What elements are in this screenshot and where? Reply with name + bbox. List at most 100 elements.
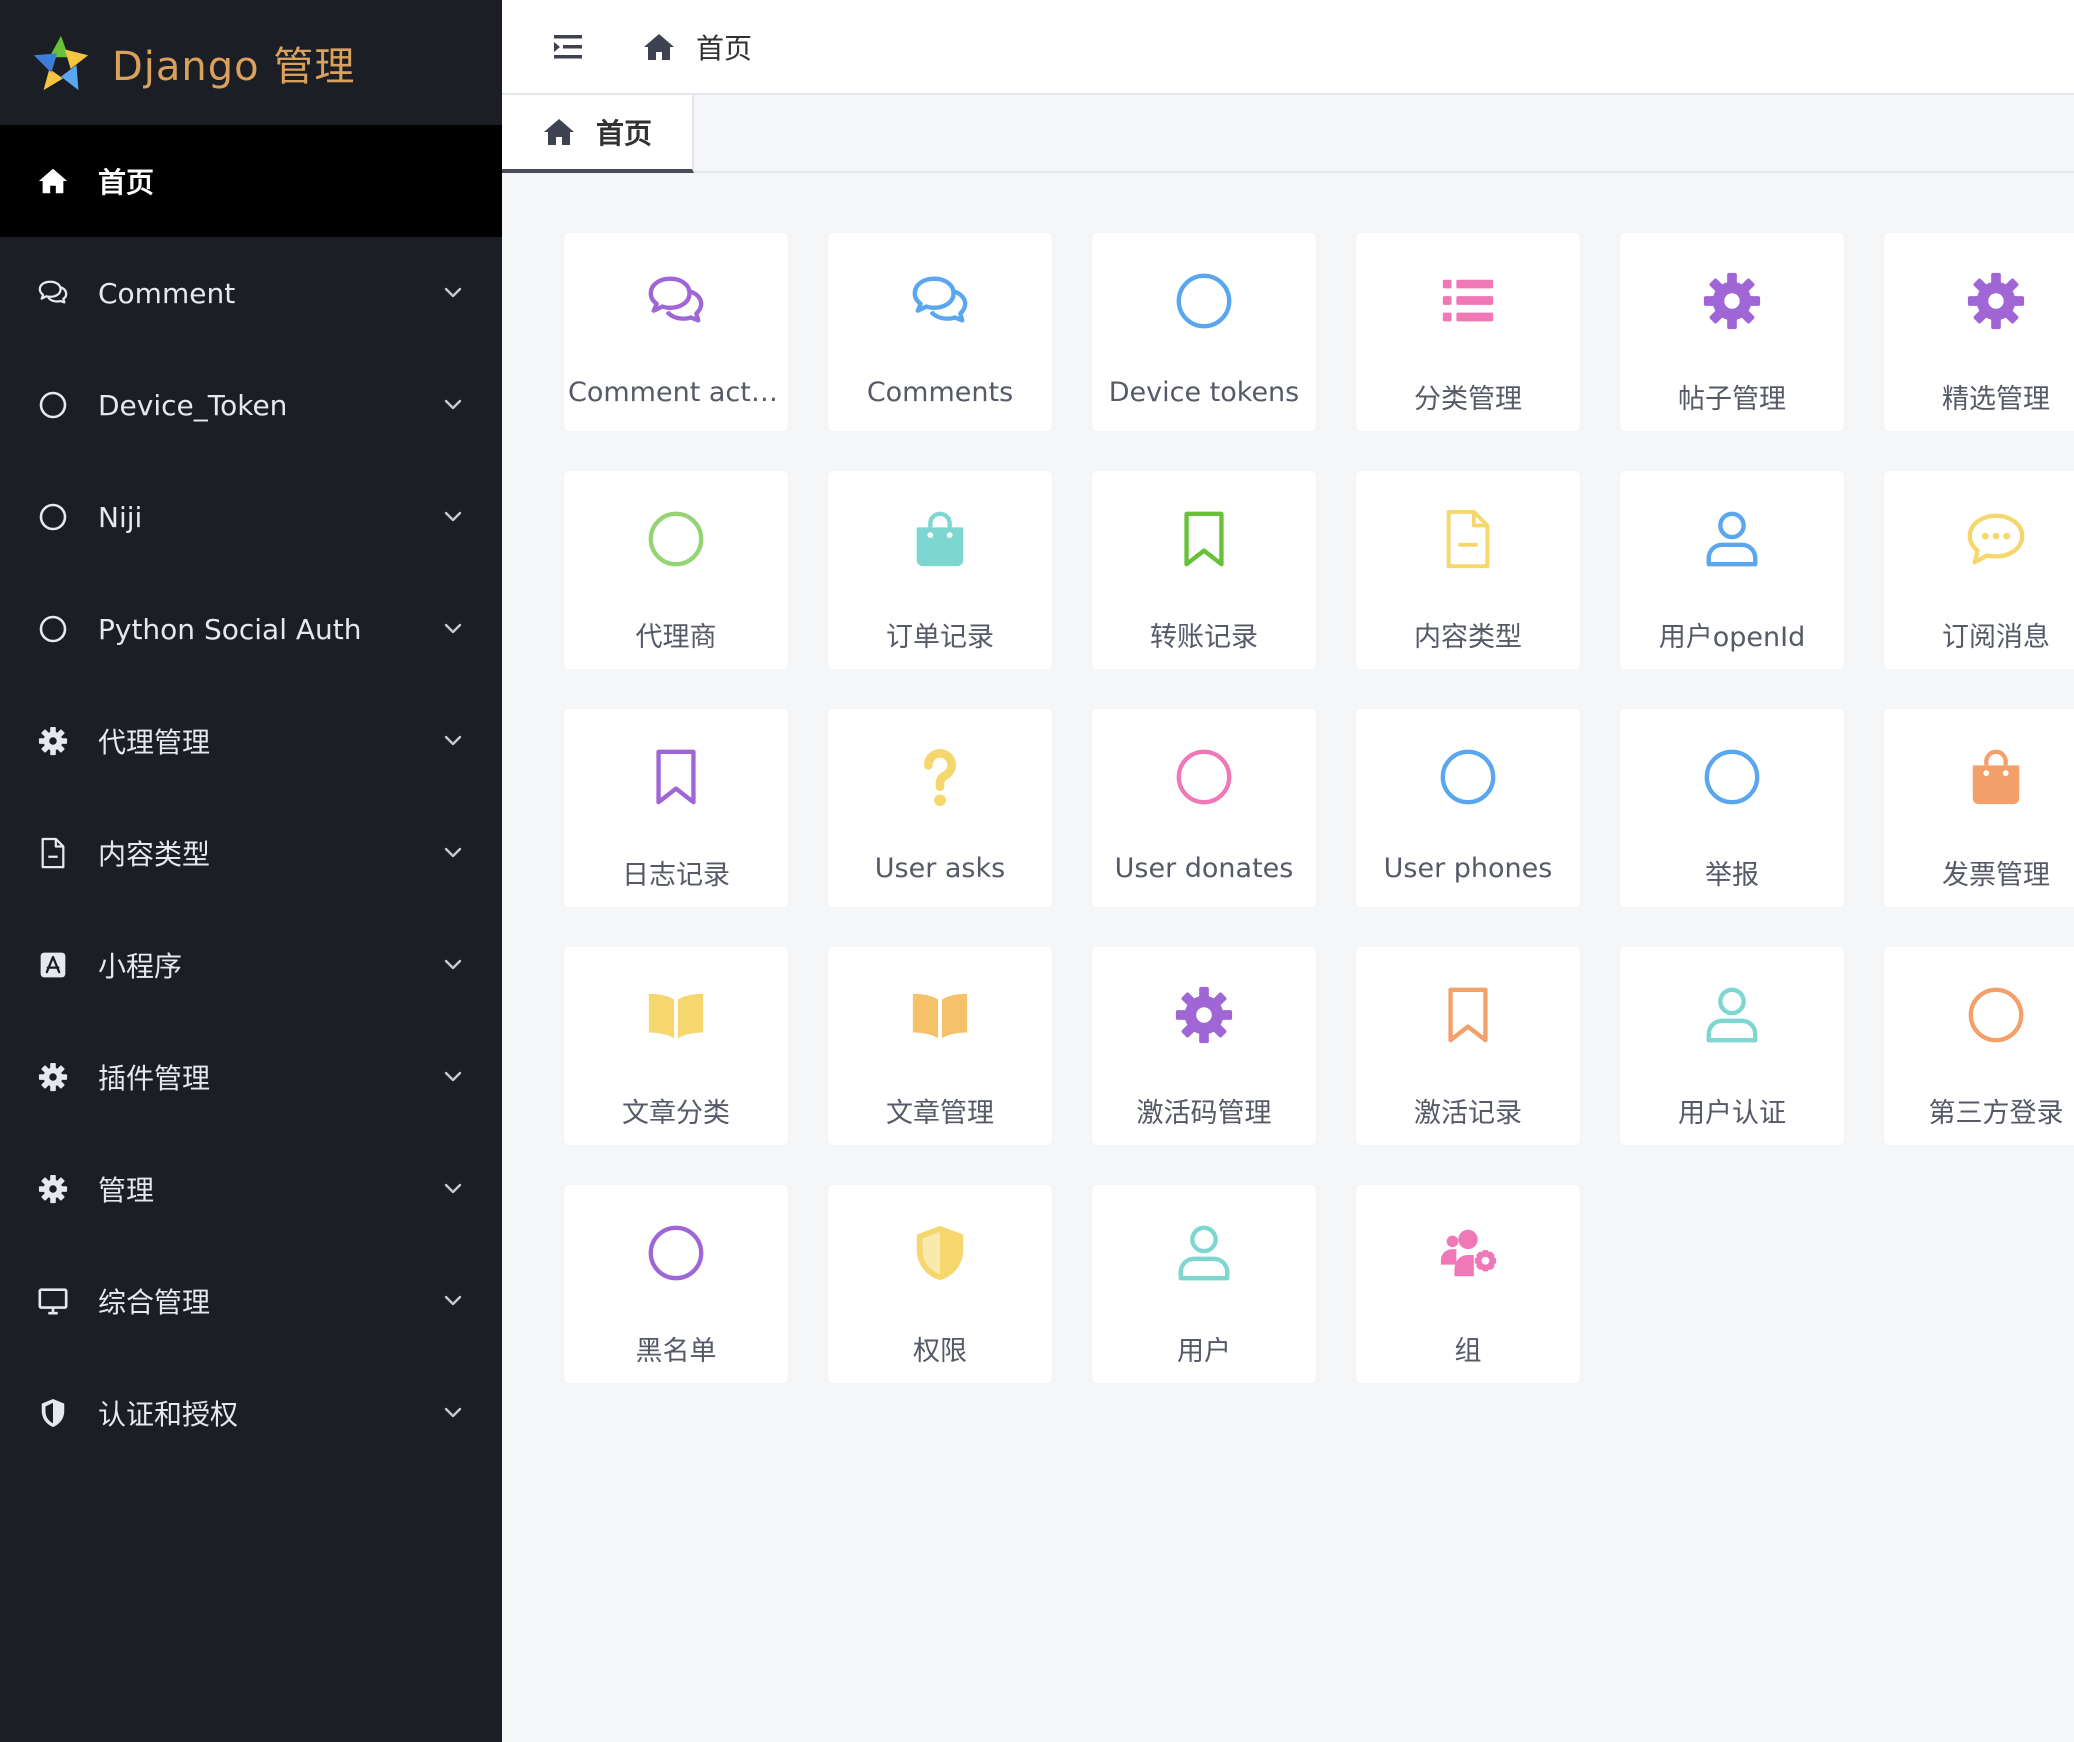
- sidebar-item-label: 内容类型: [98, 838, 211, 871]
- app-card-label: 发票管理: [1942, 860, 2050, 891]
- app-card[interactable]: Device tokens: [1092, 233, 1316, 431]
- home-icon: [544, 119, 574, 145]
- gear-icon: [1168, 979, 1240, 1051]
- chevron-down-icon[interactable]: [440, 392, 466, 418]
- sidebar: Django 管理 首页 Comment Device_Token Niji Pyth…: [0, 0, 502, 1742]
- app-card[interactable]: Comments: [828, 233, 1052, 431]
- app-card-label: 文章分类: [622, 1098, 730, 1129]
- shield-icon: [904, 1217, 976, 1289]
- app-card[interactable]: 精选管理: [1884, 233, 2074, 431]
- app-card-label: 激活码管理: [1136, 1098, 1272, 1129]
- sidebar-item-4[interactable]: Python Social Auth: [0, 573, 502, 685]
- comments-icon: [640, 265, 712, 337]
- app-card-label: 订单记录: [886, 622, 994, 653]
- bookmark-icon: [1168, 503, 1240, 575]
- circle-icon: [36, 612, 70, 646]
- chevron-down-icon[interactable]: [440, 728, 466, 754]
- chat-icon: [1960, 503, 2032, 575]
- app-card-label: Comments: [866, 377, 1014, 408]
- sidebar-item-label: 首页: [98, 166, 155, 199]
- app-card-label: 日志记录: [622, 860, 730, 891]
- app-card[interactable]: 分类管理: [1356, 233, 1580, 431]
- circle-icon: [36, 388, 70, 422]
- sidebar-item-9[interactable]: 管理: [0, 1133, 502, 1245]
- app-card[interactable]: 用户: [1092, 1185, 1316, 1383]
- app-card[interactable]: 激活记录: [1356, 947, 1580, 1145]
- app-card[interactable]: 帖子管理: [1620, 233, 1844, 431]
- app-card[interactable]: 发票管理: [1884, 709, 2074, 907]
- app-card[interactable]: 订单记录: [828, 471, 1052, 669]
- sidebar-item-label: 代理管理: [98, 726, 211, 759]
- app-card[interactable]: 举报: [1620, 709, 1844, 907]
- sidebar-item-1[interactable]: Comment: [0, 237, 502, 349]
- comments-icon: [904, 265, 976, 337]
- brand[interactable]: Django 管理: [0, 0, 502, 125]
- sidebar-item-3[interactable]: Niji: [0, 461, 502, 573]
- gear-icon: [1960, 265, 2032, 337]
- sidebar-item-11[interactable]: 认证和授权: [0, 1357, 502, 1469]
- app-card[interactable]: 日志记录: [564, 709, 788, 907]
- sidebar-item-7[interactable]: 小程序: [0, 909, 502, 1021]
- menu-fold-icon[interactable]: [550, 29, 586, 65]
- app-card[interactable]: User donates: [1092, 709, 1316, 907]
- django-star-logo-icon: [33, 35, 89, 90]
- circle-icon: [1432, 741, 1504, 813]
- user-icon: [1168, 1217, 1240, 1289]
- chevron-down-icon[interactable]: [440, 280, 466, 306]
- chevron-down-icon[interactable]: [440, 1400, 466, 1426]
- app-card[interactable]: User phones: [1356, 709, 1580, 907]
- breadcrumb[interactable]: 首页: [642, 27, 752, 67]
- sidebar-item-5[interactable]: 代理管理: [0, 685, 502, 797]
- file-icon: [36, 836, 70, 870]
- chevron-down-icon[interactable]: [440, 952, 466, 978]
- sidebar-item-8[interactable]: 插件管理: [0, 1021, 502, 1133]
- app-card-label: 精选管理: [1942, 384, 2050, 415]
- app-card-label: 帖子管理: [1678, 384, 1786, 415]
- user-icon: [1696, 979, 1768, 1051]
- sidebar-item-10[interactable]: 综合管理: [0, 1245, 502, 1357]
- book-open-icon: [640, 979, 712, 1051]
- chevron-down-icon[interactable]: [440, 840, 466, 866]
- app-card[interactable]: 转账记录: [1092, 471, 1316, 669]
- app-card[interactable]: 文章分类: [564, 947, 788, 1145]
- app-card[interactable]: 订阅消息: [1884, 471, 2074, 669]
- app-card-label: 转账记录: [1150, 622, 1258, 653]
- app-card-label: 订阅消息: [1942, 622, 2050, 653]
- app-card[interactable]: 代理商: [564, 471, 788, 669]
- app-card-label: User donates: [1114, 853, 1294, 884]
- sidebar-item-label: 综合管理: [98, 1286, 211, 1319]
- app-card[interactable]: 内容类型: [1356, 471, 1580, 669]
- app-card[interactable]: 权限: [828, 1185, 1052, 1383]
- chevron-down-icon[interactable]: [440, 1288, 466, 1314]
- app-card-label: 代理商: [635, 622, 717, 653]
- bookmark-icon: [640, 741, 712, 813]
- app-card-label: 内容类型: [1414, 622, 1522, 653]
- tab-home[interactable]: 首页: [502, 95, 695, 173]
- chevron-down-icon[interactable]: [440, 616, 466, 642]
- app-card-label: 激活记录: [1414, 1098, 1522, 1129]
- app-store-icon: [36, 948, 70, 982]
- sidebar-item-0[interactable]: 首页: [0, 125, 502, 237]
- circle-icon: [1168, 741, 1240, 813]
- app-card[interactable]: 激活码管理: [1092, 947, 1316, 1145]
- app-card[interactable]: User asks: [828, 709, 1052, 907]
- chevron-down-icon[interactable]: [440, 1176, 466, 1202]
- sidebar-item-6[interactable]: 内容类型: [0, 797, 502, 909]
- app-card[interactable]: 用户认证: [1620, 947, 1844, 1145]
- sidebar-item-label: Python Social Auth: [98, 612, 362, 646]
- app-card[interactable]: 文章管理: [828, 947, 1052, 1145]
- app-grid: Comment acti… Comments Device tokens 分类管理…: [564, 233, 2074, 1383]
- sidebar-item-label: 小程序: [98, 950, 183, 983]
- app-card[interactable]: Comment acti…: [564, 233, 788, 431]
- app-card[interactable]: 黑名单: [564, 1185, 788, 1383]
- app-card[interactable]: 用户openId: [1620, 471, 1844, 669]
- sidebar-item-2[interactable]: Device_Token: [0, 349, 502, 461]
- users-cog-icon: [1432, 1217, 1504, 1289]
- chevron-down-icon[interactable]: [440, 1064, 466, 1090]
- comments-icon: [36, 276, 70, 310]
- app-card[interactable]: 组: [1356, 1185, 1580, 1383]
- app-card[interactable]: 第三方登录: [1884, 947, 2074, 1145]
- app-card-label: 组: [1454, 1336, 1482, 1367]
- chevron-down-icon[interactable]: [440, 504, 466, 530]
- circle-icon: [1960, 979, 2032, 1051]
